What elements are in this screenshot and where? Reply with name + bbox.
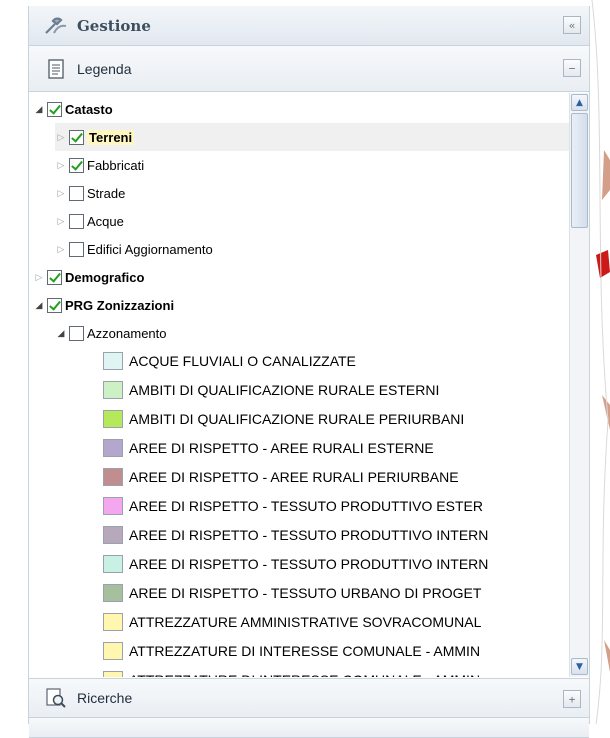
collapsed-arrow-icon[interactable]: ▷ bbox=[55, 160, 67, 171]
legend-item: ATTREZZATURE DI INTERESSE COMUNALE - AMM… bbox=[103, 666, 480, 677]
tree-node-strade[interactable]: ▷ Strade bbox=[55, 179, 125, 207]
legend-swatch bbox=[103, 381, 123, 399]
gestione-panel: Gestione « Legenda − ◢ Catasto ▷ Terreni bbox=[28, 6, 590, 738]
left-margin bbox=[0, 0, 28, 724]
tree-node-demografico[interactable]: ▷ Demografico bbox=[33, 263, 144, 291]
legend-label: AMBITI DI QUALIFICAZIONE RURALE PERIURBA… bbox=[129, 411, 465, 427]
search-document-icon bbox=[43, 685, 69, 711]
tree-node-acque[interactable]: ▷ Acque bbox=[55, 207, 124, 235]
collapsed-arrow-icon[interactable]: ▷ bbox=[33, 272, 45, 283]
legend-item: AREE DI RISPETTO - TESSUTO PRODUTTIVO IN… bbox=[103, 550, 488, 578]
tree-node-azzonamento[interactable]: ◢ Azzonamento bbox=[55, 319, 167, 347]
collapsed-arrow-icon[interactable]: ▷ bbox=[55, 132, 67, 143]
checkbox-edifici[interactable] bbox=[69, 241, 84, 257]
tree-node-catasto[interactable]: ◢ Catasto bbox=[33, 95, 113, 123]
legend-swatch bbox=[103, 352, 123, 370]
legend-label: ATTREZZATURE DI INTERESSE COMUNALE - AMM… bbox=[129, 643, 481, 659]
legend-label: AREE DI RISPETTO - TESSUTO URBANO DI PRO… bbox=[129, 585, 482, 601]
expanded-arrow-icon[interactable]: ◢ bbox=[33, 104, 45, 115]
tools-icon bbox=[43, 13, 69, 39]
collapse-panel-button[interactable]: « bbox=[563, 16, 581, 34]
legend-swatch bbox=[103, 526, 123, 544]
expand-ricerche-button[interactable]: + bbox=[563, 690, 581, 708]
legend-label: AREE DI RISPETTO - TESSUTO PRODUTTIVO ES… bbox=[129, 498, 483, 514]
panel-title: Gestione bbox=[77, 16, 151, 35]
legend-label: ATTREZZATURE AMMINISTRATIVE SOVRACOMUNAL bbox=[129, 614, 482, 630]
scroll-down-button[interactable]: ▼ bbox=[571, 658, 588, 675]
gestione-header: Gestione « bbox=[29, 6, 589, 46]
map-edge-decoration bbox=[591, 0, 610, 724]
legend-swatch bbox=[103, 439, 123, 457]
legend-label: AREE DI RISPETTO - AREE RURALI ESTERNE bbox=[129, 440, 434, 456]
checkbox-catasto[interactable] bbox=[47, 101, 62, 117]
tree-node-terreni[interactable]: ▷ Terreni bbox=[55, 123, 569, 151]
tree-scrollbar[interactable]: ▲ ▼ bbox=[569, 93, 589, 677]
legend-swatch bbox=[103, 671, 123, 677]
collapsed-arrow-icon[interactable]: ▷ bbox=[55, 188, 67, 199]
checkbox-demografico[interactable] bbox=[47, 269, 62, 285]
legend-swatch bbox=[103, 555, 123, 573]
legend-item: ATTREZZATURE DI INTERESSE COMUNALE - AMM… bbox=[103, 637, 480, 665]
legenda-title: Legenda bbox=[77, 60, 132, 77]
legend-item: ACQUE FLUVIALI O CANALIZZATE bbox=[103, 347, 356, 375]
tree-node-prg[interactable]: ◢ PRG Zonizzazioni bbox=[33, 291, 174, 319]
legend-item: AREE DI RISPETTO - TESSUTO PRODUTTIVO ES… bbox=[103, 492, 483, 520]
legend-swatch bbox=[103, 497, 123, 515]
legend-item: AREE DI RISPETTO - AREE RURALI PERIURBAN… bbox=[103, 463, 459, 491]
collapsed-arrow-icon[interactable]: ▷ bbox=[55, 244, 67, 255]
legend-label: ACQUE FLUVIALI O CANALIZZATE bbox=[129, 353, 356, 369]
scroll-up-button[interactable]: ▲ bbox=[571, 94, 588, 111]
legend-item: AREE DI RISPETTO - TESSUTO PRODUTTIVO IN… bbox=[103, 521, 488, 549]
checkbox-fabbricati[interactable] bbox=[69, 157, 84, 173]
legend-label: AREE DI RISPETTO - TESSUTO PRODUTTIVO IN… bbox=[129, 527, 489, 543]
legend-label: AREE DI RISPETTO - TESSUTO PRODUTTIVO IN… bbox=[129, 556, 489, 572]
checkbox-terreni[interactable] bbox=[69, 129, 84, 145]
tree-node-edifici[interactable]: ▷ Edifici Aggiornamento bbox=[55, 235, 213, 263]
legend-swatch bbox=[103, 410, 123, 428]
tree-node-fabbricati[interactable]: ▷ Fabbricati bbox=[55, 151, 144, 179]
legend-swatch bbox=[103, 642, 123, 660]
collapsed-arrow-icon[interactable]: ▷ bbox=[55, 216, 67, 227]
legend-item: AMBITI DI QUALIFICAZIONE RURALE ESTERNI bbox=[103, 376, 439, 404]
legend-item: AREE DI RISPETTO - AREE RURALI ESTERNE bbox=[103, 434, 434, 462]
legend-label: AMBITI DI QUALIFICAZIONE RURALE ESTERNI bbox=[129, 382, 440, 398]
legend-swatch bbox=[103, 584, 123, 602]
expanded-arrow-icon[interactable]: ◢ bbox=[33, 300, 45, 311]
legend-item: ATTREZZATURE AMMINISTRATIVE SOVRACOMUNAL bbox=[103, 608, 481, 636]
ricerche-title: Ricerche bbox=[77, 690, 133, 706]
layer-tree: ◢ Catasto ▷ Terreni ▷ Fabbricati ▷ Strad… bbox=[29, 93, 569, 677]
collapse-legenda-button[interactable]: − bbox=[563, 59, 581, 77]
ricerche-header[interactable]: Ricerche + bbox=[29, 678, 589, 718]
next-section-header[interactable] bbox=[29, 718, 589, 738]
checkbox-strade[interactable] bbox=[69, 185, 84, 201]
legend-swatch bbox=[103, 468, 123, 486]
legend-label: ATTREZZATURE DI INTERESSE COMUNALE - AMM… bbox=[129, 672, 480, 677]
checkbox-prg[interactable] bbox=[47, 297, 62, 313]
legend-item: AREE DI RISPETTO - TESSUTO URBANO DI PRO… bbox=[103, 579, 481, 607]
document-icon bbox=[43, 56, 69, 82]
scroll-thumb[interactable] bbox=[571, 113, 588, 228]
legenda-header[interactable]: Legenda − bbox=[29, 46, 589, 92]
expanded-arrow-icon[interactable]: ◢ bbox=[55, 328, 67, 339]
legend-swatch bbox=[103, 613, 123, 631]
legend-item: AMBITI DI QUALIFICAZIONE RURALE PERIURBA… bbox=[103, 405, 464, 433]
checkbox-azzonamento[interactable] bbox=[69, 325, 84, 341]
checkbox-acque[interactable] bbox=[69, 213, 84, 229]
legend-label: AREE DI RISPETTO - AREE RURALI PERIURBAN… bbox=[129, 469, 459, 485]
